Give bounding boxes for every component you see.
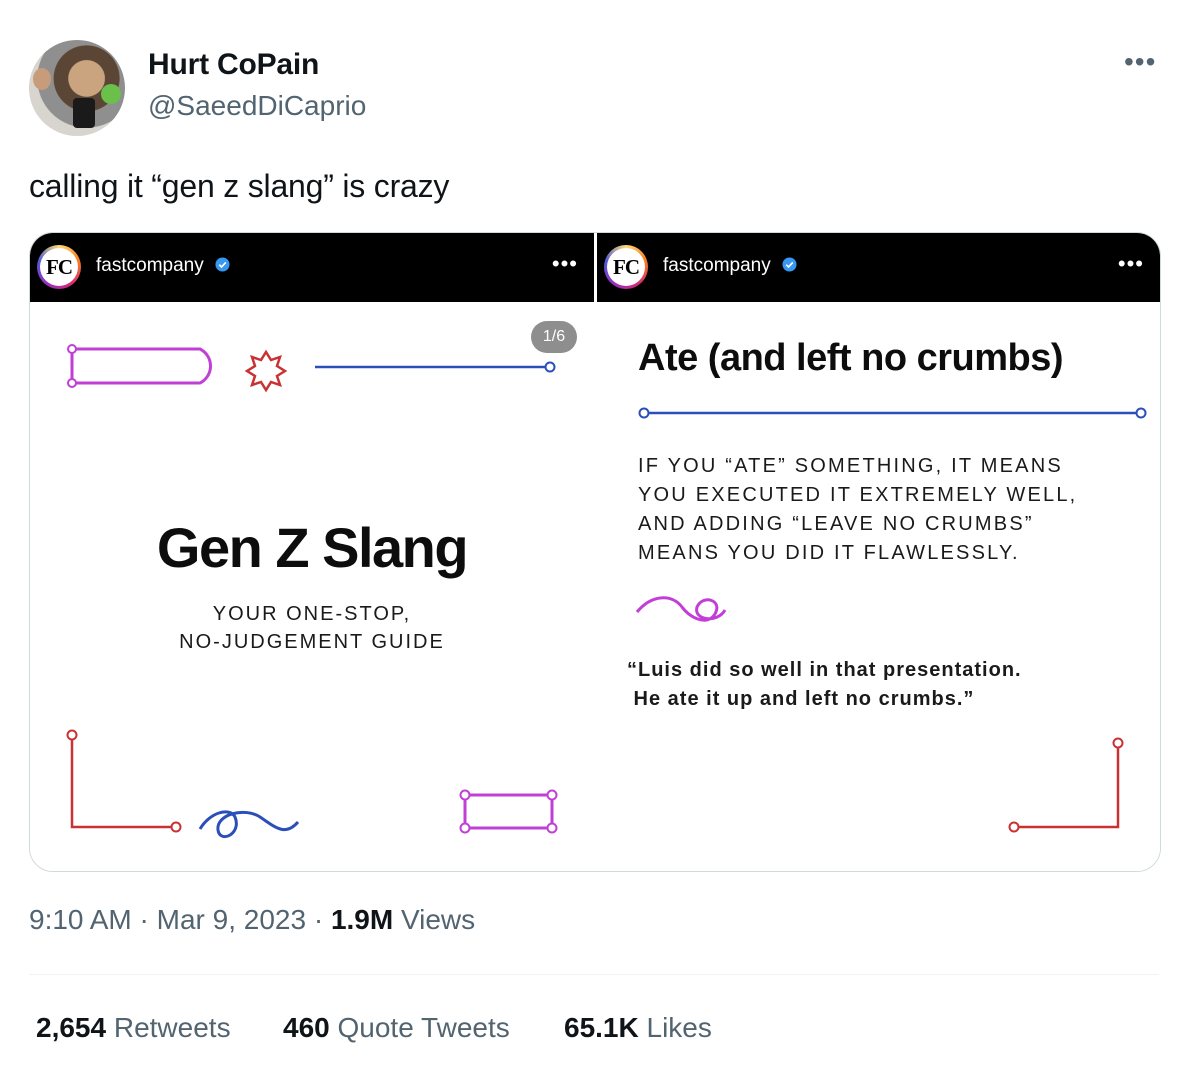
example-line: He ate it up and left no crumbs.” [627, 688, 975, 710]
media-image-right[interactable]: FC fastcompany ••• Ate (and left no crum… [597, 233, 1160, 871]
instagram-account-name: fastcompany [96, 255, 230, 277]
more-horizontal-icon: ••• [1117, 251, 1144, 276]
account-label: fastcompany [663, 255, 771, 276]
likes-count: 65.1K [564, 1012, 639, 1043]
shape-node [459, 789, 471, 801]
red-corner-shape [70, 739, 172, 829]
instagram-header-bar: FC fastcompany ••• [597, 233, 1160, 302]
magenta-rectangle-shape [463, 793, 554, 830]
shape-node [638, 407, 650, 419]
blue-squiggle-shape [198, 810, 300, 839]
definition-line: YOU EXECUTED IT EXTREMELY WELL, [638, 484, 1078, 506]
more-horizontal-icon: ••• [551, 251, 578, 276]
avatar[interactable] [29, 40, 125, 136]
retweets-stat[interactable]: 2,654 Retweets [36, 1012, 231, 1044]
definition-line: IF YOU “ATE” SOMETHING, IT MEANS [638, 455, 1063, 477]
shape-node [1112, 737, 1124, 749]
avatar-photo-detail [33, 68, 51, 90]
fastcompany-logo: FC [604, 245, 648, 289]
retweets-count: 2,654 [36, 1012, 107, 1043]
red-corner-shape [1018, 747, 1120, 829]
red-starburst-shape [244, 349, 288, 393]
tweet-date[interactable]: Mar 9, 2023 [157, 904, 306, 935]
slide-subtitle-line: NO-JUDGEMENT GUIDE [179, 631, 445, 653]
views-count: 1.9M [330, 904, 394, 935]
avatar-photo-detail [101, 84, 121, 104]
likes-stat[interactable]: 65.1K Likes [564, 1012, 712, 1044]
example-line: “Luis did so well in that presentation. [627, 659, 1022, 681]
shape-node [67, 344, 77, 354]
fastcompany-logo: FC [37, 245, 81, 289]
instagram-header-bar: FC fastcompany ••• [30, 233, 594, 302]
account-label: fastcompany [96, 255, 204, 276]
verified-badge-icon [215, 257, 230, 272]
logo-text: FC [607, 248, 645, 286]
more-horizontal-icon[interactable]: ••• [1124, 48, 1164, 78]
magenta-pill-shape [70, 347, 213, 385]
user-handle[interactable]: @SaeedDiCaprio [148, 90, 366, 122]
definition-line: MEANS YOU DID IT FLAWLESSLY. [638, 542, 1020, 564]
retweets-label: Retweets [113, 1012, 231, 1043]
quotes-label: Quote Tweets [337, 1012, 510, 1043]
slide-title: Gen Z Slang [156, 516, 469, 579]
decorative-shapes [635, 407, 1147, 833]
instagram-account-name: fastcompany [663, 255, 797, 277]
shape-node [459, 822, 471, 834]
decorative-shapes [66, 344, 558, 839]
shape-node [1135, 407, 1147, 419]
views-label: Views [400, 904, 476, 935]
shape-node [544, 361, 556, 373]
quotes-count: 460 [283, 1012, 330, 1043]
magenta-squiggle-shape [635, 596, 727, 622]
shape-node [546, 822, 558, 834]
meta-separator: · [139, 904, 157, 935]
media-image-left[interactable]: FC fastcompany ••• 1/6 Gen Z Slang YOUR … [30, 233, 594, 871]
tweet-time[interactable]: 9:10 AM [29, 904, 132, 935]
slide-subtitle-line: YOUR ONE-STOP, [212, 603, 412, 625]
verified-badge-icon [782, 257, 797, 272]
avatar-photo-detail [73, 98, 95, 128]
likes-label: Likes [646, 1012, 712, 1043]
shape-node [67, 378, 77, 388]
logo-text: FC [40, 248, 78, 286]
shape-node [66, 729, 78, 741]
shape-node [170, 821, 182, 833]
tweet-media[interactable]: FC fastcompany ••• 1/6 Gen Z Slang YOUR … [29, 232, 1161, 872]
tweet-text: calling it “gen z slang” is crazy [29, 168, 450, 204]
display-name[interactable]: Hurt CoPain [148, 48, 319, 82]
tweet-meta: 9:10 AM · Mar 9, 2023 · 1.9M Views [29, 904, 475, 936]
definition-line: AND ADDING “LEAVE NO CRUMBS” [638, 513, 1034, 535]
shape-node [1008, 821, 1020, 833]
shape-node [546, 789, 558, 801]
divider [29, 974, 1159, 975]
meta-separator: · [313, 904, 331, 935]
quote-tweets-stat[interactable]: 460 Quote Tweets [283, 1012, 510, 1044]
